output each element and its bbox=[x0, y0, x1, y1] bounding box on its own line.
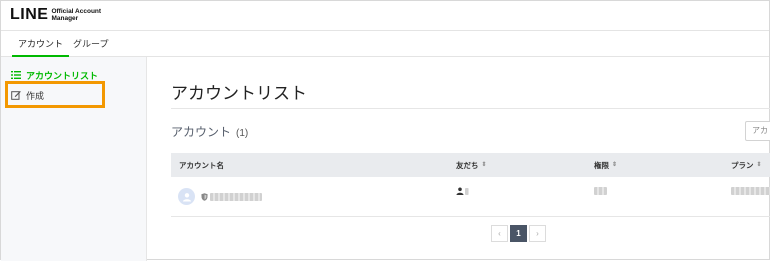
top-tabs: アカウント グループ bbox=[1, 31, 769, 57]
column-header-permission[interactable]: 権限 ⇕ bbox=[594, 160, 617, 171]
list-icon bbox=[11, 71, 21, 79]
table-header: アカウント名 友だち ⇕ 権限 ⇕ プラン ⇕ bbox=[171, 153, 770, 177]
tab-group[interactable]: グループ bbox=[67, 31, 114, 57]
page-1-button[interactable]: 1 bbox=[510, 225, 527, 242]
app-header: LINE Official Account Manager bbox=[1, 1, 769, 31]
account-count: (1) bbox=[236, 128, 249, 139]
page-title: アカウントリスト bbox=[171, 84, 307, 103]
section-header: アカウント (1) bbox=[171, 123, 248, 140]
section-title: アカウント bbox=[171, 125, 232, 139]
user-icon bbox=[182, 192, 191, 201]
logo-subtitle: Official Account Manager bbox=[51, 8, 102, 22]
permission-redacted bbox=[594, 187, 607, 195]
highlight-annotation bbox=[5, 81, 105, 108]
prev-page-button[interactable]: ‹ bbox=[491, 225, 508, 242]
column-header-plan[interactable]: プラン ⇕ bbox=[731, 160, 762, 171]
avatar bbox=[178, 188, 195, 205]
app-window: LINE Official Account Manager アカウント グループ… bbox=[0, 0, 770, 261]
pagination: ‹ 1 › bbox=[491, 225, 548, 242]
tab-account[interactable]: アカウント bbox=[12, 31, 70, 57]
next-page-button[interactable]: › bbox=[529, 225, 546, 242]
column-header-friends[interactable]: 友だち ⇕ bbox=[456, 160, 487, 171]
person-icon bbox=[456, 187, 464, 195]
table-row[interactable] bbox=[171, 177, 770, 217]
sort-icon: ⇕ bbox=[756, 162, 762, 168]
main-content: アカウントリスト アカウント (1) アカ アカウント名 友だち ⇕ 権限 ⇕ bbox=[147, 57, 770, 261]
account-name-redacted bbox=[210, 193, 262, 201]
sort-icon: ⇕ bbox=[481, 162, 487, 168]
shield-icon bbox=[201, 193, 208, 201]
column-header-account-name[interactable]: アカウント名 bbox=[179, 160, 224, 171]
add-account-button[interactable]: アカ bbox=[745, 121, 770, 141]
plan-redacted bbox=[731, 187, 770, 195]
logo-wordmark: LINE bbox=[10, 6, 49, 23]
sort-icon: ⇕ bbox=[612, 162, 618, 168]
friends-count-redacted bbox=[465, 188, 469, 195]
line-logo[interactable]: LINE Official Account Manager bbox=[10, 7, 107, 23]
account-table: アカウント名 友だち ⇕ 権限 ⇕ プラン ⇕ bbox=[171, 153, 770, 217]
sidebar-item-label: アカウントリスト bbox=[26, 70, 99, 81]
divider bbox=[171, 108, 770, 109]
